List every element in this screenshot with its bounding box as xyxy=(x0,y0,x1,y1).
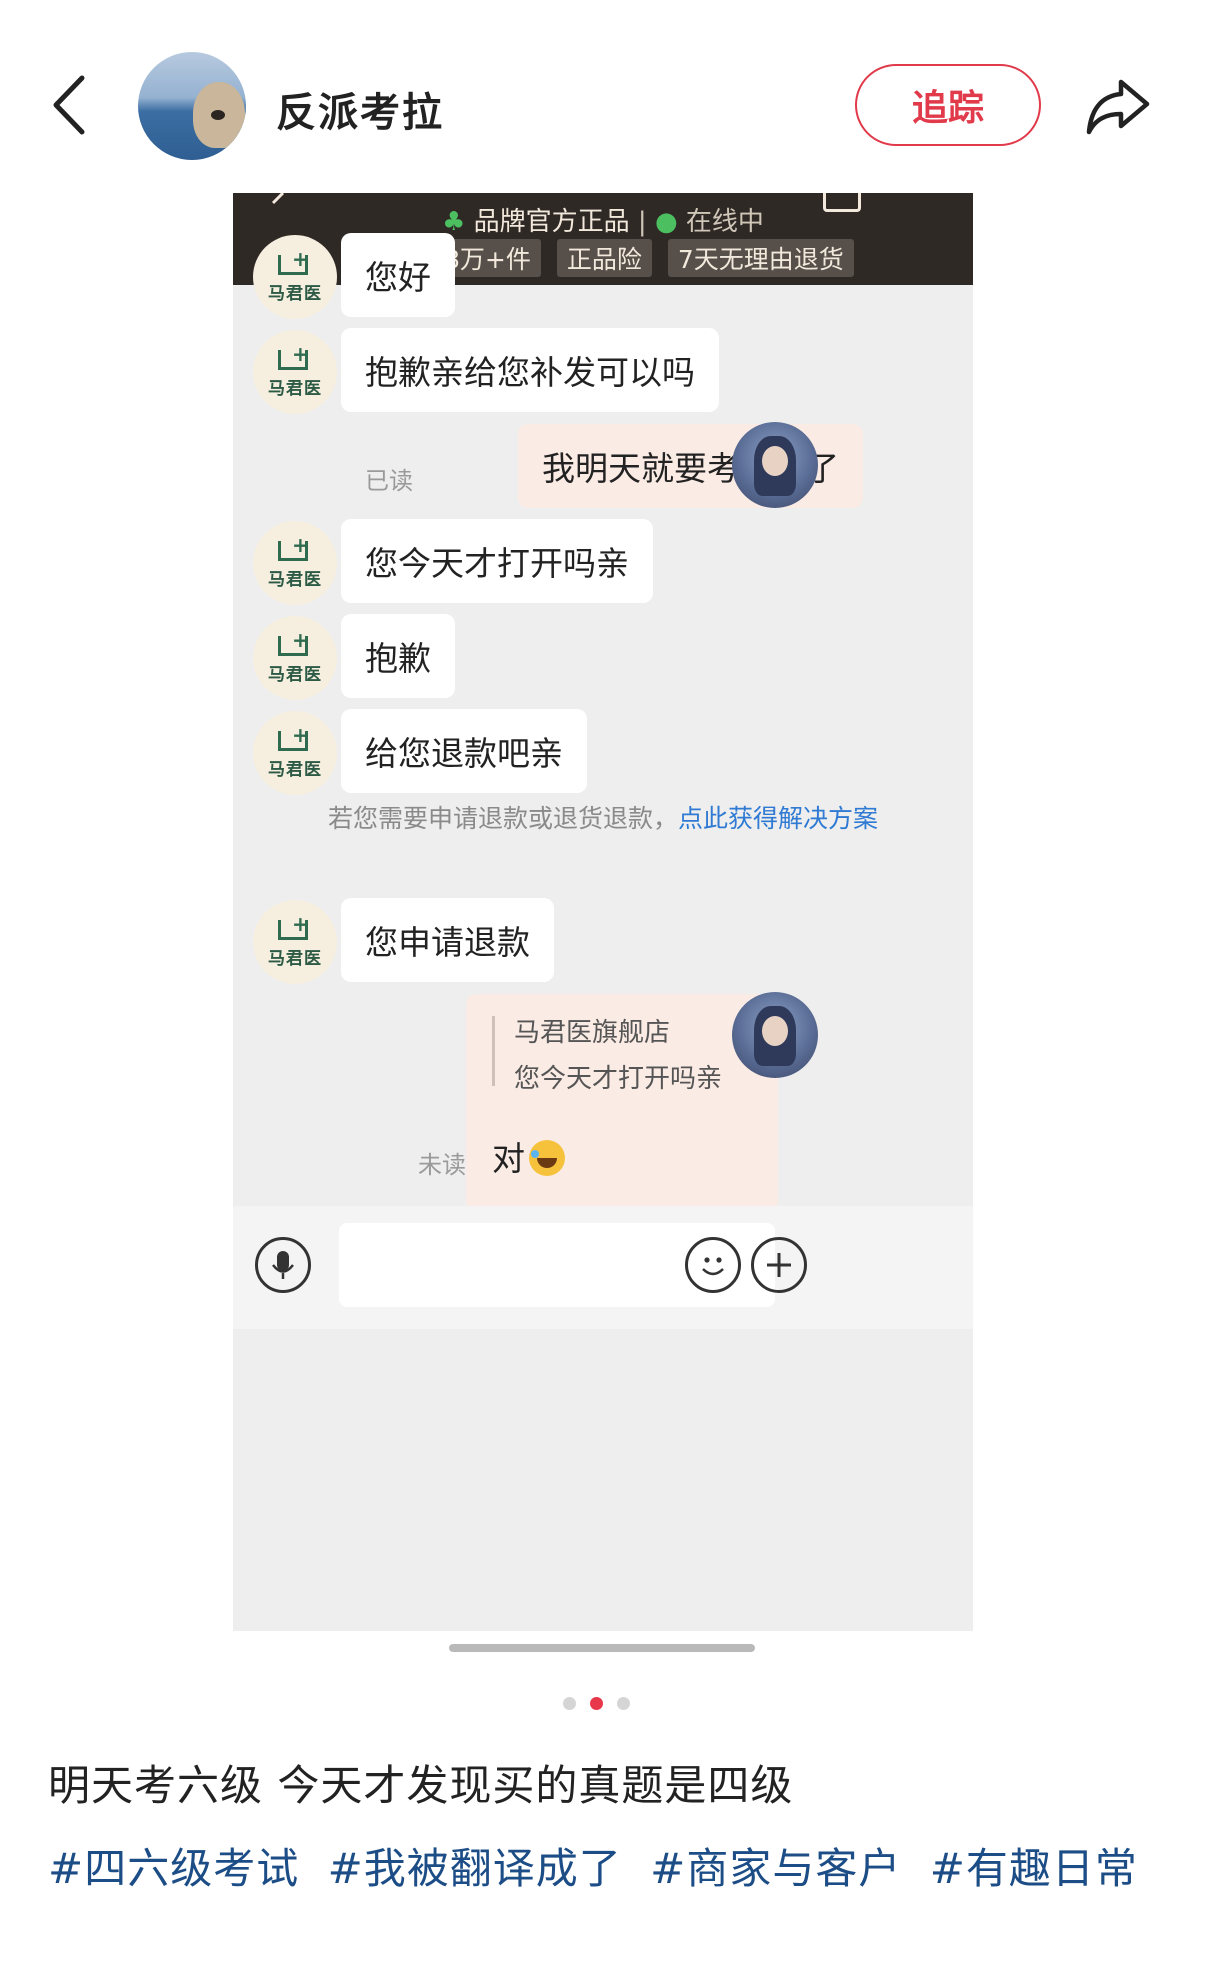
carousel-dots[interactable] xyxy=(563,1697,633,1711)
carousel-dot-active[interactable] xyxy=(590,1697,603,1710)
store-tag: 正品险 xyxy=(556,239,652,277)
chat-input-bar xyxy=(233,1206,973,1329)
author-name[interactable]: 反派考拉 xyxy=(276,80,444,138)
reply-text: 对 xyxy=(492,1132,565,1180)
brand-badge: 品牌官方正品 xyxy=(473,207,630,237)
laughing-emoji-icon xyxy=(529,1140,565,1176)
unread-status: 未读 xyxy=(418,1151,466,1179)
message-bubble: 您好 xyxy=(341,233,455,317)
quote-store-name: 马君医旗舰店 xyxy=(514,1018,671,1048)
online-dot-icon: ● xyxy=(654,207,678,237)
microphone-icon[interactable] xyxy=(255,1237,311,1293)
shop-avatar: + 马君医 xyxy=(253,521,337,605)
separator: | xyxy=(637,207,647,237)
online-status: 在线中 xyxy=(685,207,764,237)
message-bubble: 您今天才打开吗亲 xyxy=(341,519,653,603)
author-avatar[interactable] xyxy=(138,52,246,160)
home-indicator xyxy=(449,1644,755,1652)
shop-avatar: + 马君医 xyxy=(253,900,337,984)
chevron-left-icon xyxy=(53,75,85,135)
quote-text: 您今天才打开吗亲 xyxy=(514,1064,723,1094)
shop-logo-icon: + xyxy=(278,630,312,658)
shop-logo-icon: + xyxy=(278,249,312,277)
back-button[interactable] xyxy=(48,70,98,140)
shop-logo-icon: + xyxy=(278,535,312,563)
hashtag-link[interactable]: #我被翻译成了 xyxy=(328,1844,622,1893)
shop-avatar: + 马君医 xyxy=(253,711,337,795)
carousel-dot[interactable] xyxy=(617,1697,630,1710)
user-avatar xyxy=(732,422,818,508)
store-status-line: ♣ 品牌官方正品 | ● 在线中 xyxy=(233,201,973,238)
store-tag: 7天无理由退货 xyxy=(667,239,854,277)
shop-avatar: + 马君医 xyxy=(253,616,337,700)
hashtag-link[interactable]: #四六级考试 xyxy=(48,1844,299,1893)
message-bubble: 抱歉 xyxy=(341,614,455,698)
shop-logo-icon: + xyxy=(278,914,312,942)
hashtag-link[interactable]: #商家与客户 xyxy=(650,1844,901,1893)
message-bubble: 给您退款吧亲 xyxy=(341,709,587,793)
hashtag-list: #四六级考试 #我被翻译成了 #商家与客户 #有趣日常 xyxy=(48,1830,1158,1908)
plus-icon[interactable] xyxy=(751,1237,807,1293)
quoted-reply-bubble: 马君医旗舰店 您今天才打开吗亲 对 xyxy=(466,994,778,1212)
carousel-dot[interactable] xyxy=(563,1697,576,1710)
share-icon xyxy=(1086,79,1150,135)
refund-notice: 若您需要申请退款或退货退款，点此获得解决方案 xyxy=(283,799,923,839)
hashtag-link[interactable]: #有趣日常 xyxy=(930,1844,1138,1893)
follow-button[interactable]: 追踪 xyxy=(855,64,1041,146)
share-button[interactable] xyxy=(1083,70,1153,140)
koala-picture xyxy=(193,82,245,148)
user-avatar xyxy=(732,992,818,1078)
read-status: 已读 xyxy=(365,467,413,495)
post-caption: 明天考六级 今天才发现买的真题是四级 xyxy=(48,1761,794,1810)
post-image-chat-screenshot[interactable]: ♣ 品牌官方正品 | ● 在线中 已拼228万+件 正品险 7天无理由退货 + … xyxy=(233,193,973,1631)
emoji-icon[interactable] xyxy=(685,1237,741,1293)
solution-link[interactable]: 点此获得解决方案 xyxy=(678,804,878,833)
shop-logo-icon: + xyxy=(278,344,312,372)
shop-avatar: + 马君医 xyxy=(253,330,337,414)
message-bubble: 抱歉亲给您补发可以吗 xyxy=(341,328,719,412)
notice-text: 若您需要申请退款或退货退款， xyxy=(327,804,678,833)
shop-logo-icon: + xyxy=(278,725,312,753)
message-bubble: 您申请退款 xyxy=(341,898,554,982)
shop-avatar: + 马君医 xyxy=(253,235,337,319)
